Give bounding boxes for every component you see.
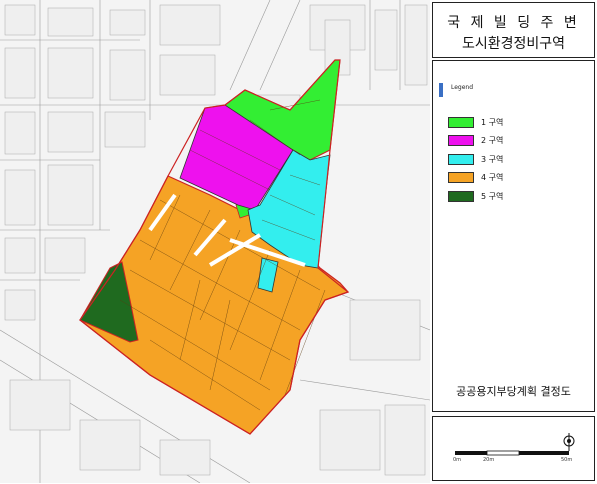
legend-item-zone-2: 2 구역 [448, 135, 568, 147]
legend-item-zone-3: 3 구역 [448, 154, 568, 166]
legend-swatch [448, 135, 474, 146]
legend-heading-text: Legend [451, 84, 474, 91]
scale-label-1: 20m [483, 457, 495, 463]
legend-swatch [448, 191, 474, 202]
map-canvas [0, 0, 430, 483]
legend-item-label: 2 구역 [481, 136, 504, 145]
legend-heading: Legend [439, 83, 479, 97]
scale-bar [455, 433, 575, 456]
legend-arrow-icon [439, 83, 443, 97]
legend-swatch [448, 154, 474, 165]
legend-item-label: 5 구역 [481, 192, 504, 201]
map-title-line2: 도시환경정비구역 [461, 36, 566, 52]
scale-bar-segment [455, 451, 487, 455]
scale-panel: 0m 20m 50m [432, 416, 595, 481]
legend-swatch [448, 117, 474, 128]
scale-bar-segment [519, 451, 569, 455]
scale-label-0: 0m [453, 457, 462, 463]
legend-item-zone-4: 4 구역 [448, 172, 568, 184]
plan-caption: 공공용지부당계획 결정도 [456, 385, 571, 398]
legend-item-zone-1: 1 구역 [448, 117, 568, 129]
north-arrow-icon [563, 433, 575, 451]
legend-item-zone-5: 5 구역 [448, 191, 568, 203]
legend-item-label: 1 구역 [481, 118, 504, 127]
scale-label-2: 50m [561, 457, 573, 463]
legend-item-label: 4 구역 [481, 173, 504, 182]
legend-panel: Legend 1 구역 2 구역 3 구역 4 구역 5 구역 공공용지부당계획… [432, 60, 595, 412]
legend-swatch [448, 172, 474, 183]
scale-bar-segment [486, 450, 520, 456]
legend-item-label: 3 구역 [481, 155, 504, 164]
title-panel: 국 제 빌 딩 주 변 도시환경정비구역 [432, 2, 595, 58]
map-title-line1: 국 제 빌 딩 주 변 [447, 15, 580, 31]
